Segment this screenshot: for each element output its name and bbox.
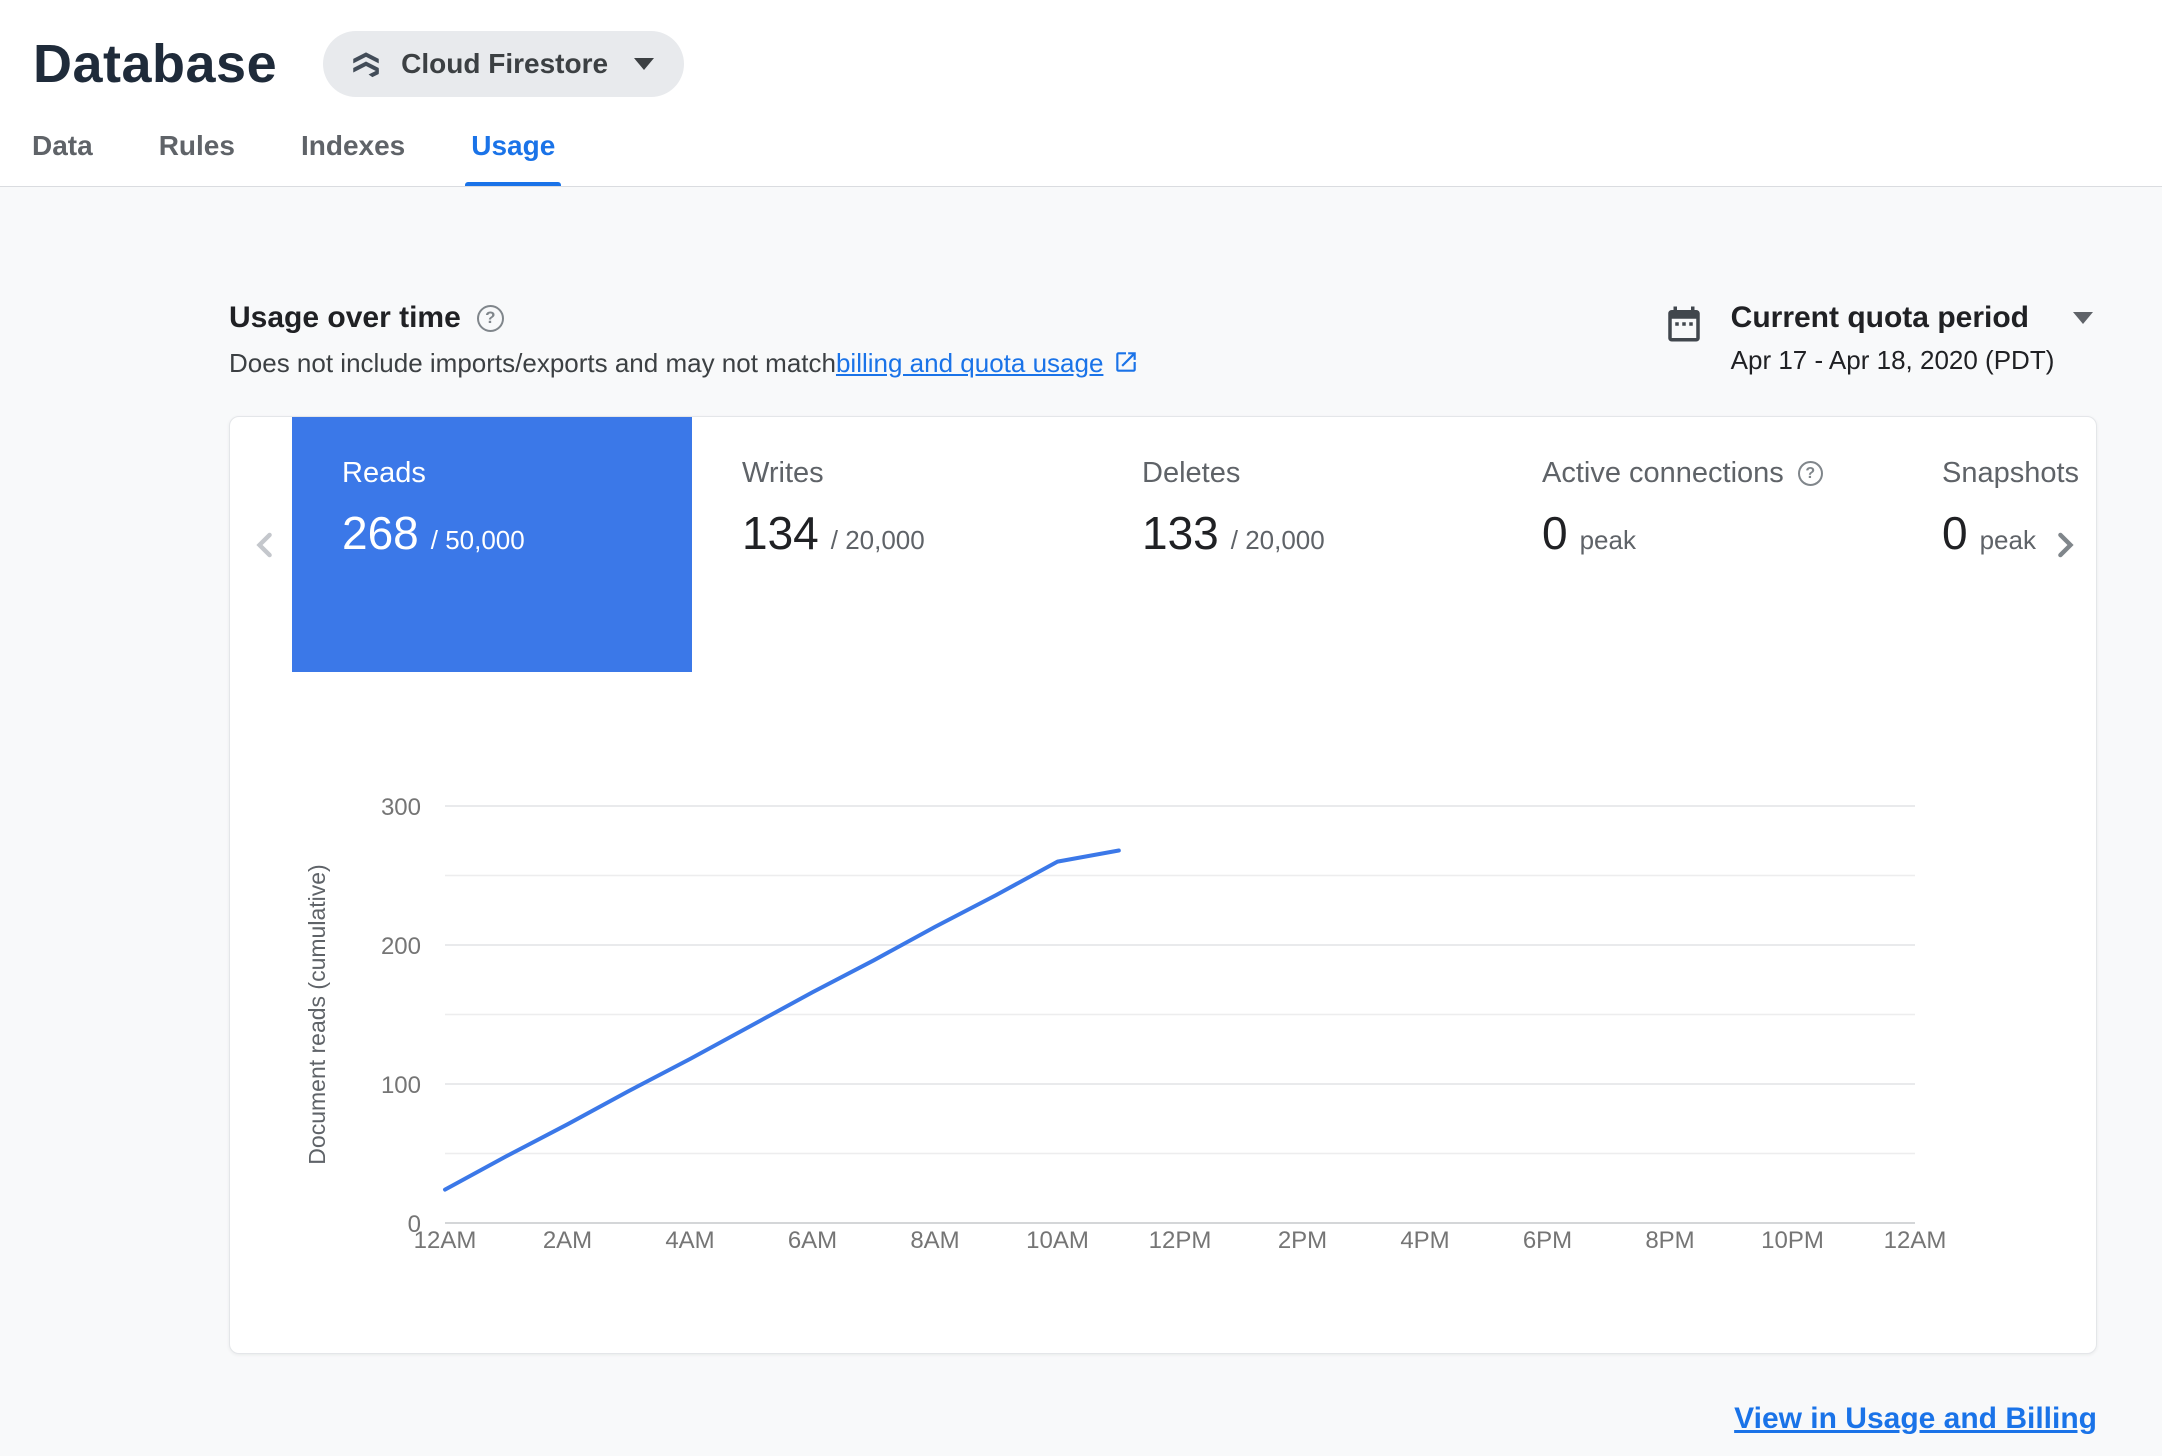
usage-page: Usage over time ? Does not include impor… (0, 187, 2162, 1456)
product-selector-label: Cloud Firestore (401, 48, 609, 79)
svg-text:4AM: 4AM (665, 1227, 714, 1254)
external-link-icon (1113, 349, 1139, 382)
page-title: Database (33, 34, 278, 94)
metric-card-active-connections[interactable]: Active connections ? 0 peak (1492, 417, 1892, 672)
metric-name: Deletes (1142, 457, 1241, 489)
subtitle-text: Does not include imports/exports and may… (229, 348, 836, 378)
tab-bar: Data Rules Indexes Usage (0, 112, 2162, 187)
calendar-icon (1663, 303, 1705, 345)
metric-carousel: Reads 268 / 50,000 Writes 134 / 20,000 D… (292, 417, 2096, 672)
billing-quota-link[interactable]: billing and quota usage (836, 348, 1103, 379)
svg-text:6AM: 6AM (788, 1227, 837, 1254)
dropdown-caret-icon (2073, 312, 2093, 324)
metric-name: Writes (742, 457, 824, 489)
quota-period-control: Current quota period Apr 17 - Apr 18, 20… (1663, 301, 2097, 376)
tab-rules[interactable]: Rules (157, 112, 237, 186)
svg-text:8PM: 8PM (1645, 1227, 1694, 1254)
svg-text:4PM: 4PM (1400, 1227, 1449, 1254)
usage-line-chart: 010020030012AM 2AM 4AM 6AM 8AM 10AM 12PM 2PM 4PM… (304, 794, 1947, 1254)
svg-text:100: 100 (381, 1072, 421, 1099)
metric-card-deletes[interactable]: Deletes 133 / 20,000 (1092, 417, 1492, 672)
metric-value: 0 (1942, 507, 1968, 559)
firestore-icon (349, 47, 383, 81)
metric-card-reads[interactable]: Reads 268 / 50,000 (292, 417, 692, 672)
svg-text:10PM: 10PM (1761, 1227, 1824, 1254)
metric-limit: / 20,000 (1230, 525, 1325, 555)
metric-limit: peak (1979, 525, 2036, 555)
page-header: Database Cloud Firestore (0, 0, 2162, 112)
metric-limit: / 50,000 (430, 525, 525, 555)
quota-period-label: Current quota period (1730, 301, 2029, 334)
metric-limit: / 20,000 (830, 525, 925, 555)
metric-card-writes[interactable]: Writes 134 / 20,000 (692, 417, 1092, 672)
metric-value: 133 (1142, 507, 1219, 559)
product-selector[interactable]: Cloud Firestore (323, 31, 685, 97)
svg-text:12AM: 12AM (1884, 1227, 1947, 1254)
svg-text:2AM: 2AM (543, 1227, 592, 1254)
carousel-prev-button[interactable] (242, 522, 288, 568)
metric-name: Active connections (1542, 457, 1784, 489)
metric-value: 0 (1542, 507, 1568, 559)
chevron-down-icon (634, 58, 655, 70)
svg-text:12PM: 12PM (1149, 1227, 1212, 1254)
usage-over-time-title: Usage over time (229, 301, 461, 334)
help-icon[interactable]: ? (1797, 461, 1823, 486)
svg-text:2PM: 2PM (1278, 1227, 1327, 1254)
tab-indexes[interactable]: Indexes (299, 112, 407, 186)
svg-text:300: 300 (381, 794, 421, 821)
svg-text:8AM: 8AM (910, 1227, 959, 1254)
metric-name: Reads (342, 457, 426, 489)
view-usage-billing-link[interactable]: View in Usage and Billing (1734, 1402, 2097, 1435)
quota-period-range: Apr 17 - Apr 18, 2020 (PDT) (1730, 345, 2055, 375)
svg-text:10AM: 10AM (1026, 1227, 1089, 1254)
svg-text:12AM: 12AM (414, 1227, 477, 1254)
chevron-left-icon (243, 523, 287, 567)
usage-card: Reads 268 / 50,000 Writes 134 / 20,000 D… (229, 416, 2097, 1354)
chevron-right-icon (2043, 523, 2087, 567)
help-icon[interactable]: ? (476, 304, 504, 332)
svg-text:200: 200 (381, 933, 421, 960)
metric-value: 268 (342, 507, 419, 559)
metric-value: 134 (742, 507, 819, 559)
usage-subtitle: Does not include imports/exports and may… (229, 347, 1139, 380)
tab-usage[interactable]: Usage (465, 112, 562, 186)
metric-name: Snapshots (1942, 457, 2080, 489)
svg-text:6PM: 6PM (1523, 1227, 1572, 1254)
quota-period-dropdown[interactable]: Current quota period (1731, 301, 2093, 335)
carousel-next-button[interactable] (2042, 522, 2088, 568)
usage-header-left: Usage over time ? Does not include impor… (229, 301, 1139, 380)
tab-data[interactable]: Data (30, 112, 95, 186)
metric-limit: peak (1579, 525, 1636, 555)
svg-text:Document reads (cumulative): Document reads (cumulative) (304, 864, 330, 1164)
